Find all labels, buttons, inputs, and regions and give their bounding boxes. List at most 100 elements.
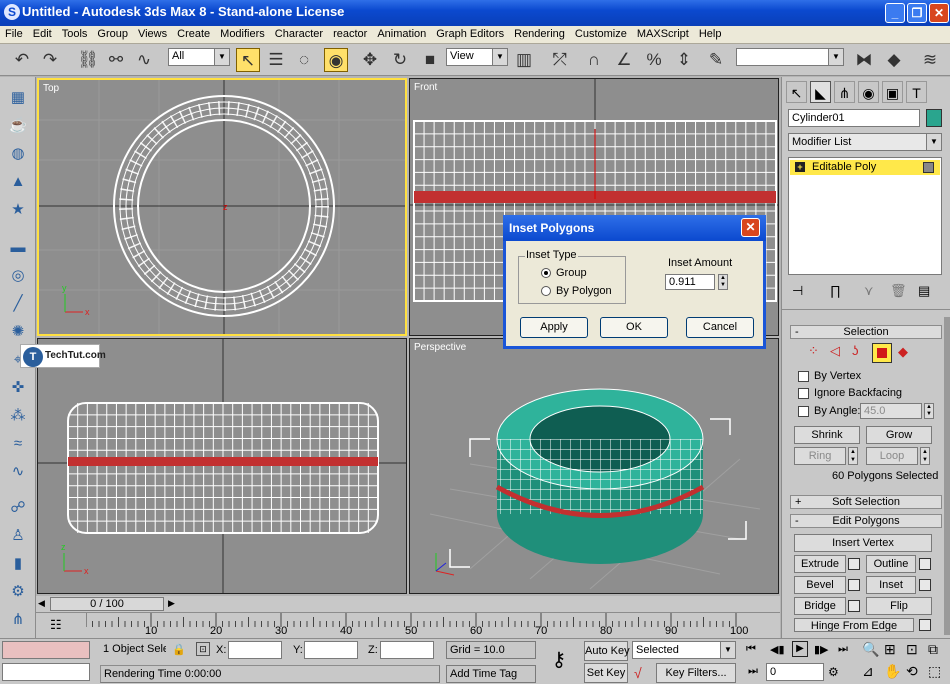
named-selection-dropdown[interactable]: ▼	[736, 48, 844, 66]
auto-key-button[interactable]: Auto Key	[584, 641, 630, 661]
create-particles-icon[interactable]: ⁂	[7, 405, 29, 427]
set-key-button[interactable]: Set Key	[584, 663, 628, 683]
grow-button[interactable]: Grow	[866, 426, 932, 444]
outline-settings-button[interactable]	[919, 558, 931, 570]
menu-views[interactable]: Views	[133, 26, 172, 40]
go-to-start-icon[interactable]: ⏮	[746, 643, 756, 656]
vertex-level-icon[interactable]: ⁘	[808, 343, 819, 359]
by-polygon-radio-label[interactable]: By Polygon	[556, 285, 612, 297]
zoom-all-icon[interactable]: ⊞	[884, 641, 896, 658]
angle-snap-icon[interactable]: ∠	[612, 48, 636, 72]
menu-modifiers[interactable]: Modifiers	[215, 26, 270, 40]
play-icon[interactable]: ▶	[792, 641, 808, 657]
stack-item-toggle[interactable]	[923, 162, 934, 173]
create-biped-icon[interactable]: ♙	[7, 525, 29, 547]
edge-level-icon[interactable]: ◁	[830, 343, 840, 359]
time-next-arrow[interactable]: ▶	[168, 598, 175, 609]
create-star-icon[interactable]: ★	[7, 199, 29, 221]
create-line-icon[interactable]: ╱	[7, 293, 29, 315]
create-spacewarp-icon[interactable]: ≈	[7, 433, 29, 455]
curve-editor-icon[interactable]: ≋	[918, 48, 942, 72]
cancel-button[interactable]: Cancel	[686, 317, 754, 338]
soft-selection-rollout-header[interactable]: + Soft Selection	[790, 495, 942, 509]
group-radio-label[interactable]: Group	[556, 267, 587, 279]
hinge-settings-button[interactable]	[919, 619, 931, 631]
create-plane-icon[interactable]: ▬	[7, 237, 29, 259]
create-reactor-icon[interactable]: ⚙	[7, 581, 29, 603]
dialog-close-button[interactable]: ✕	[741, 218, 760, 237]
bridge-button[interactable]: Bridge	[794, 597, 846, 615]
expand-icon[interactable]: +	[795, 162, 805, 172]
x-coordinate-input[interactable]	[228, 641, 282, 659]
create-tube-icon[interactable]: ◎	[7, 265, 29, 287]
create-sphere-icon[interactable]: ◍	[7, 143, 29, 165]
motion-tab-icon[interactable]: ◉	[858, 81, 879, 103]
loop-spinner[interactable]: ▲ ▼	[920, 447, 930, 465]
select-move-icon[interactable]: ✥	[358, 48, 382, 72]
default-tangent-icon[interactable]: √	[634, 665, 642, 681]
go-to-end-icon[interactable]: ⏭	[838, 643, 848, 656]
select-scale-icon[interactable]: ■	[418, 48, 442, 72]
zoom-extents-all-icon[interactable]: ⧉	[928, 641, 938, 658]
close-button[interactable]: ✕	[929, 3, 949, 23]
inset-settings-button[interactable]	[919, 579, 931, 591]
snap-icon[interactable]: ∩	[582, 48, 606, 72]
time-slider[interactable]: 0 / 100	[50, 597, 164, 611]
bridge-settings-button[interactable]	[848, 600, 860, 612]
unlink-icon[interactable]: ⚯	[104, 48, 128, 72]
previous-frame-icon[interactable]: ◀▮	[770, 643, 785, 656]
inset-amount-spinner[interactable]: ▲ ▼	[718, 274, 728, 290]
track-bar[interactable]: ☷ 10 20 30 40 50 60 70 80 90 100	[36, 612, 780, 638]
menu-help[interactable]: Help	[694, 26, 727, 40]
display-tab-icon[interactable]: ▣	[882, 81, 903, 103]
element-level-icon[interactable]: ◆	[898, 344, 908, 360]
viewport-top[interactable]: z x y Top	[37, 78, 407, 336]
create-hierarchy-icon[interactable]: ⋔	[7, 609, 29, 631]
app-icon[interactable]: S	[4, 4, 20, 20]
object-name-input[interactable]: Cylinder01	[788, 109, 920, 127]
inset-button[interactable]: Inset	[866, 576, 916, 594]
loop-button[interactable]: Loop	[866, 447, 918, 465]
make-unique-icon[interactable]: ⋎	[864, 283, 874, 299]
object-color-swatch[interactable]	[926, 109, 942, 127]
viewport-label-top[interactable]: Top	[43, 83, 59, 94]
undo-icon[interactable]: ↶	[10, 48, 34, 72]
create-wave-icon[interactable]: ∿	[7, 461, 29, 483]
percent-snap-icon[interactable]: %	[642, 48, 666, 72]
minimize-button[interactable]: _	[885, 3, 905, 23]
add-time-tag-field[interactable]: Add Time Tag	[446, 665, 536, 683]
viewport-left[interactable]: x z	[37, 338, 407, 594]
outline-button[interactable]: Outline	[866, 555, 916, 573]
edit-polygons-rollout-header[interactable]: - Edit Polygons	[790, 514, 942, 528]
mirror-icon[interactable]: ⤱	[548, 48, 572, 72]
bind-space-warp-icon[interactable]: ∿	[132, 48, 156, 72]
time-config-icon[interactable]: ⚙	[828, 665, 839, 679]
stack-item-editable-poly[interactable]: + Editable Poly	[790, 160, 940, 175]
by-polygon-radio[interactable]	[541, 286, 551, 296]
configure-modifier-sets-icon[interactable]: ▤	[918, 283, 930, 299]
zoom-extents-icon[interactable]: ⊡	[906, 641, 918, 658]
create-helper-icon[interactable]: ✜	[7, 377, 29, 399]
by-angle-checkbox[interactable]	[798, 406, 809, 417]
menu-create[interactable]: Create	[172, 26, 215, 40]
selection-rollout-header[interactable]: - Selection	[790, 325, 942, 339]
ring-button[interactable]: Ring	[794, 447, 846, 465]
named-selection-icon[interactable]: ✎	[704, 48, 728, 72]
arc-rotate-icon[interactable]: ⟲	[906, 663, 918, 680]
create-box-icon[interactable]: ▦	[7, 87, 29, 109]
select-by-name-icon[interactable]: ☰	[264, 48, 288, 72]
bevel-settings-button[interactable]	[848, 579, 860, 591]
hinge-from-edge-button[interactable]: Hinge From Edge	[794, 618, 914, 632]
reference-coord-dropdown[interactable]: View ▼	[446, 48, 508, 66]
modify-tab-icon[interactable]: ◣	[810, 81, 831, 103]
key-mode-dropdown[interactable]: Selected ▼	[632, 641, 736, 659]
ok-button[interactable]: OK	[600, 317, 668, 338]
command-panel-scrollbar[interactable]	[944, 317, 950, 635]
menu-tools[interactable]: Tools	[57, 26, 93, 40]
viewport-label-perspective[interactable]: Perspective	[414, 342, 466, 353]
dialog-title-bar[interactable]: Inset Polygons	[503, 215, 766, 241]
modifier-list-dropdown[interactable]: Modifier List ▼	[788, 133, 942, 151]
z-coordinate-input[interactable]	[380, 641, 434, 659]
create-light-icon[interactable]: ✺	[7, 321, 29, 343]
pin-stack-icon[interactable]: ⊣	[792, 283, 803, 299]
